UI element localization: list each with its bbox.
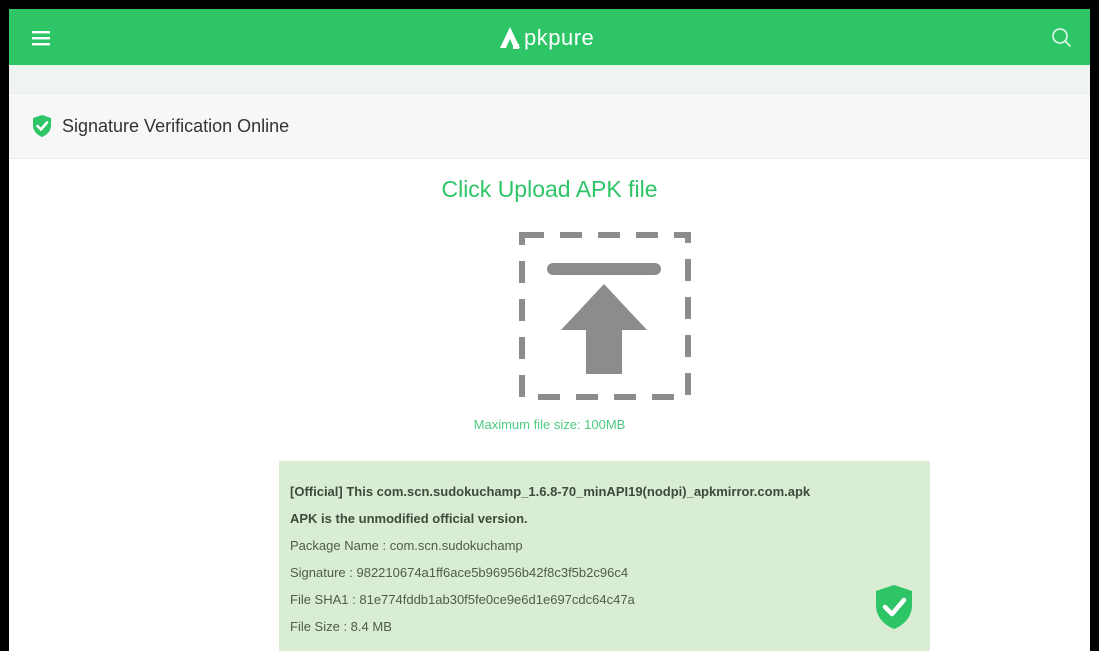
- header-spacer: [9, 65, 1090, 93]
- signature-value: Signature : 982210674a1ff6ace5b96956b42f…: [290, 565, 629, 580]
- upload-title[interactable]: Click Upload APK file: [9, 176, 1090, 203]
- package-name: Package Name : com.scn.sudokuchamp: [290, 538, 523, 553]
- upload-arrow-icon: [547, 263, 661, 374]
- upload-dropzone[interactable]: [519, 232, 691, 400]
- logo-text: pkpure: [524, 25, 595, 50]
- apkpure-logo[interactable]: pkpure: [499, 25, 594, 51]
- apkpure-logo-mark-icon: [500, 27, 520, 49]
- page-frame: pkpure Signature Verification Online Cli…: [0, 0, 1099, 651]
- shield-check-icon: [33, 115, 51, 137]
- search-icon[interactable]: [1050, 26, 1072, 48]
- verification-result-panel: [Official] This com.scn.sudokuchamp_1.6.…: [279, 461, 930, 651]
- section-header: Signature Verification Online: [9, 93, 1090, 159]
- result-headline-continued: APK is the unmodified official version.: [290, 511, 528, 526]
- top-navigation-bar: pkpure: [9, 9, 1090, 65]
- hamburger-menu-icon[interactable]: [31, 29, 51, 47]
- section-title: Signature Verification Online: [62, 115, 290, 136]
- verified-shield-icon: [876, 585, 912, 629]
- file-size-value: File Size : 8.4 MB: [290, 619, 392, 634]
- file-sha1-value: File SHA1 : 81e774fddb1ab30f5fe0ce9e6d1e…: [290, 592, 635, 607]
- max-file-size-note: Maximum file size: 100MB: [473, 417, 626, 432]
- result-headline: [Official] This com.scn.sudokuchamp_1.6.…: [290, 484, 811, 499]
